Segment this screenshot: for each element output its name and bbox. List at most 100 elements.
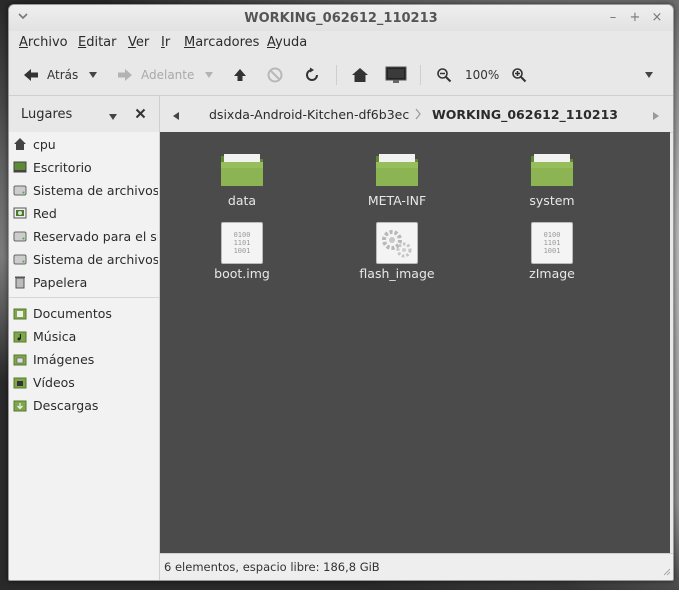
dropdown-arrow-icon xyxy=(645,72,653,78)
stop-icon xyxy=(267,67,283,83)
chevron-right-icon xyxy=(653,112,659,120)
videos-folder-icon xyxy=(13,377,27,389)
sidebar-item-descargas[interactable]: Descargas xyxy=(13,395,158,415)
back-button[interactable]: Atrás xyxy=(23,65,78,85)
binary-glyph-line: 1001 xyxy=(233,247,251,255)
sidebar-item-papelera[interactable]: Papelera xyxy=(13,272,158,292)
binary-file-icon: 0100 1101 1001 xyxy=(531,222,573,264)
sidebar-item-musica[interactable]: Música xyxy=(13,326,158,346)
menu-label-rest: yuda xyxy=(275,35,308,50)
menu-editar[interactable]: Editar xyxy=(78,35,117,50)
sidebar-item-filesystem[interactable]: Sistema de archivos xyxy=(13,180,158,200)
folder-icon xyxy=(221,154,263,186)
sidebar-places: cpu Escritorio Sistema de archivos Red R… xyxy=(9,132,160,580)
zoom-out-icon xyxy=(437,68,452,83)
file-item-data[interactable]: data xyxy=(182,150,302,208)
sidebar-item-label: Música xyxy=(33,328,77,344)
toolbar: Atrás Adelante 100% xyxy=(9,55,673,96)
sidebar-item-videos[interactable]: Vídeos xyxy=(13,372,158,392)
computer-button[interactable] xyxy=(385,65,407,85)
menu-label-rest: r xyxy=(164,35,171,50)
stop-button[interactable] xyxy=(267,65,283,85)
binary-glyph-line: 1101 xyxy=(233,239,251,247)
resize-grip-icon[interactable] xyxy=(661,564,671,579)
back-history-dropdown[interactable] xyxy=(88,65,98,85)
file-item-flash-image[interactable]: flash_image xyxy=(337,222,457,281)
breadcrumb-scroll-right[interactable] xyxy=(652,109,660,124)
file-name: zImage xyxy=(529,266,575,281)
menu-ir[interactable]: Ir xyxy=(161,35,170,50)
drive-icon xyxy=(13,254,27,265)
home-icon xyxy=(352,68,368,82)
menu-archivo[interactable]: Archivo xyxy=(19,35,68,50)
documents-folder-icon xyxy=(13,308,27,320)
sidebar-item-label: Reservado para el sistema xyxy=(33,228,158,244)
breadcrumb: dsixda-Android-Kitchen-df6b3ec WORKING_0… xyxy=(160,96,673,133)
menu-marcadores[interactable]: Marcadores xyxy=(184,35,259,50)
drive-icon xyxy=(13,231,27,242)
sidebar-mode-dropdown[interactable] xyxy=(108,109,118,124)
reload-button[interactable] xyxy=(304,65,320,85)
sidebar-item-documentos[interactable]: Documentos xyxy=(13,303,158,323)
forward-button[interactable]: Adelante xyxy=(117,65,194,85)
menu-mnemonic: E xyxy=(78,35,87,50)
file-view[interactable]: data META-INF system 0100 1101 1001 boot… xyxy=(160,132,670,553)
network-icon xyxy=(13,207,27,219)
binary-glyph-line: 1101 xyxy=(543,239,561,247)
sidebar-item-label: Vídeos xyxy=(33,374,75,390)
file-item-zimage[interactable]: 0100 1101 1001 zImage xyxy=(492,222,612,281)
file-name: flash_image xyxy=(359,266,435,281)
zoom-level[interactable]: 100% xyxy=(465,65,499,85)
binary-glyph-line: 1001 xyxy=(543,247,561,255)
breadcrumb-separator-icon xyxy=(415,108,421,123)
toolbar-separator xyxy=(336,65,337,85)
sidebar-header: Lugares xyxy=(9,96,160,133)
zoom-in-button[interactable] xyxy=(511,65,527,85)
file-manager-window: WORKING_062612_110213 – + × Archivo Edit… xyxy=(8,4,674,581)
sidebar-item-escritorio[interactable]: Escritorio xyxy=(13,157,158,177)
file-item-boot-img[interactable]: 0100 1101 1001 boot.img xyxy=(182,222,302,281)
breadcrumb-current[interactable]: WORKING_062612_110213 xyxy=(432,107,618,122)
forward-arrow-icon xyxy=(118,69,132,81)
menu-ayuda[interactable]: Ayuda xyxy=(267,35,307,50)
title-bar[interactable]: WORKING_062612_110213 – + × xyxy=(9,5,673,31)
close-button[interactable]: × xyxy=(649,10,665,26)
file-name: system xyxy=(529,193,575,208)
sidebar-close-button[interactable] xyxy=(135,107,146,122)
menu-ver[interactable]: Ver xyxy=(128,35,149,50)
sidebar-item-imagenes[interactable]: Imágenes xyxy=(13,349,158,369)
zoom-out-button[interactable] xyxy=(436,65,452,85)
file-item-system[interactable]: system xyxy=(492,150,612,208)
sidebar-item-cpu[interactable]: cpu xyxy=(13,134,158,154)
file-item-meta-inf[interactable]: META-INF xyxy=(337,150,457,208)
sidebar-separator xyxy=(9,297,159,298)
toolbar-separator xyxy=(420,65,421,85)
breadcrumb-scroll-left[interactable] xyxy=(172,109,180,124)
reload-icon xyxy=(306,67,318,81)
menu-label-rest: arcadores xyxy=(195,35,260,50)
folder-icon xyxy=(376,154,418,186)
binary-glyph-line: 0100 xyxy=(543,231,561,239)
sidebar-item-filesystem-2[interactable]: Sistema de archivos xyxy=(13,249,158,269)
downloads-folder-icon xyxy=(13,400,27,412)
forward-history-dropdown[interactable] xyxy=(204,65,214,85)
up-button[interactable] xyxy=(233,65,247,85)
home-button[interactable] xyxy=(351,65,369,85)
sidebar-item-label: Papelera xyxy=(33,274,88,290)
minimize-button[interactable]: – xyxy=(605,10,621,26)
back-arrow-icon xyxy=(24,69,38,81)
sidebar-item-label: Descargas xyxy=(33,397,99,413)
breadcrumb-item[interactable]: dsixda-Android-Kitchen-df6b3ec xyxy=(209,107,409,122)
home-icon xyxy=(14,138,26,150)
maximize-button[interactable]: + xyxy=(627,10,643,26)
desktop-icon xyxy=(13,161,27,173)
sidebar-item-label: Sistema de archivos xyxy=(33,182,158,198)
toolbar-overflow-button[interactable] xyxy=(644,65,654,85)
sidebar-item-reserved[interactable]: Reservado para el sistema xyxy=(13,226,158,246)
pictures-folder-icon xyxy=(13,354,27,366)
sidebar-item-red[interactable]: Red xyxy=(13,203,158,223)
dropdown-arrow-icon xyxy=(205,72,213,78)
file-name: data xyxy=(227,193,257,208)
forward-label: Adelante xyxy=(141,68,195,82)
menu-label-rest: ditar xyxy=(86,35,117,50)
